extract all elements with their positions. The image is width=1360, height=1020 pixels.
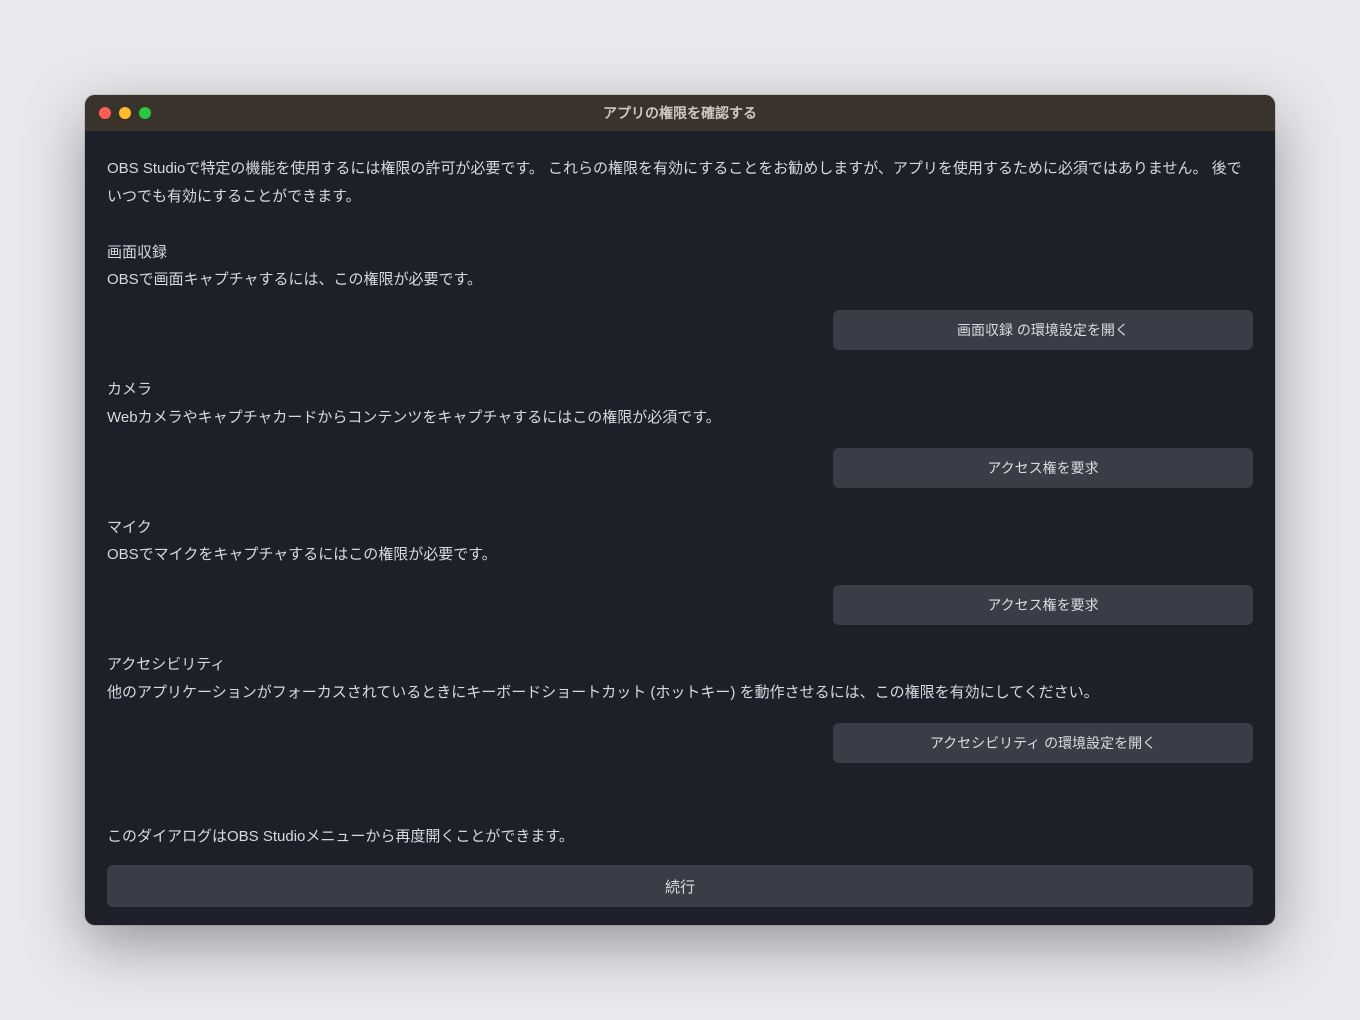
request-microphone-access-button[interactable]: アクセス権を要求 [833, 585, 1253, 625]
section-camera: カメラ Webカメラやキャプチャカードからコンテンツをキャプチャするにはこの権限… [107, 376, 1253, 488]
button-row: 画面収録 の環境設定を開く [107, 310, 1253, 350]
button-row: アクセス権を要求 [107, 448, 1253, 488]
zoom-icon[interactable] [139, 107, 151, 119]
section-accessibility: アクセシビリティ 他のアプリケーションがフォーカスされているときにキーボードショ… [107, 651, 1253, 763]
section-title: マイク [107, 514, 1253, 542]
footer-text: このダイアログはOBS Studioメニューから再度開くことができます。 [107, 823, 1253, 851]
button-row: アクセス権を要求 [107, 585, 1253, 625]
intro-text: OBS Studioで特定の機能を使用するには権限の許可が必要です。 これらの権… [107, 155, 1253, 211]
button-row: アクセシビリティ の環境設定を開く [107, 723, 1253, 763]
section-title: カメラ [107, 376, 1253, 404]
traffic-lights [99, 107, 151, 119]
request-camera-access-button[interactable]: アクセス権を要求 [833, 448, 1253, 488]
dialog-content: OBS Studioで特定の機能を使用するには権限の許可が必要です。 これらの権… [85, 131, 1275, 925]
close-icon[interactable] [99, 107, 111, 119]
section-title: アクセシビリティ [107, 651, 1253, 679]
section-desc: OBSでマイクをキャプチャするにはこの権限が必要です。 [107, 541, 1253, 569]
minimize-icon[interactable] [119, 107, 131, 119]
open-accessibility-settings-button[interactable]: アクセシビリティ の環境設定を開く [833, 723, 1253, 763]
permissions-dialog: アプリの権限を確認する OBS Studioで特定の機能を使用するには権限の許可… [85, 95, 1275, 925]
continue-button[interactable]: 続行 [107, 865, 1253, 907]
window-title: アプリの権限を確認する [603, 103, 757, 123]
section-screen-recording: 画面収録 OBSで画面キャプチャするには、この権限が必要です。 画面収録 の環境… [107, 239, 1253, 351]
section-microphone: マイク OBSでマイクをキャプチャするにはこの権限が必要です。 アクセス権を要求 [107, 514, 1253, 626]
section-desc: Webカメラやキャプチャカードからコンテンツをキャプチャするにはこの権限が必須で… [107, 404, 1253, 432]
open-screen-recording-settings-button[interactable]: 画面収録 の環境設定を開く [833, 310, 1253, 350]
section-title: 画面収録 [107, 239, 1253, 267]
section-desc: OBSで画面キャプチャするには、この権限が必要です。 [107, 266, 1253, 294]
titlebar[interactable]: アプリの権限を確認する [85, 95, 1275, 131]
section-desc: 他のアプリケーションがフォーカスされているときにキーボードショートカット (ホッ… [107, 679, 1253, 707]
